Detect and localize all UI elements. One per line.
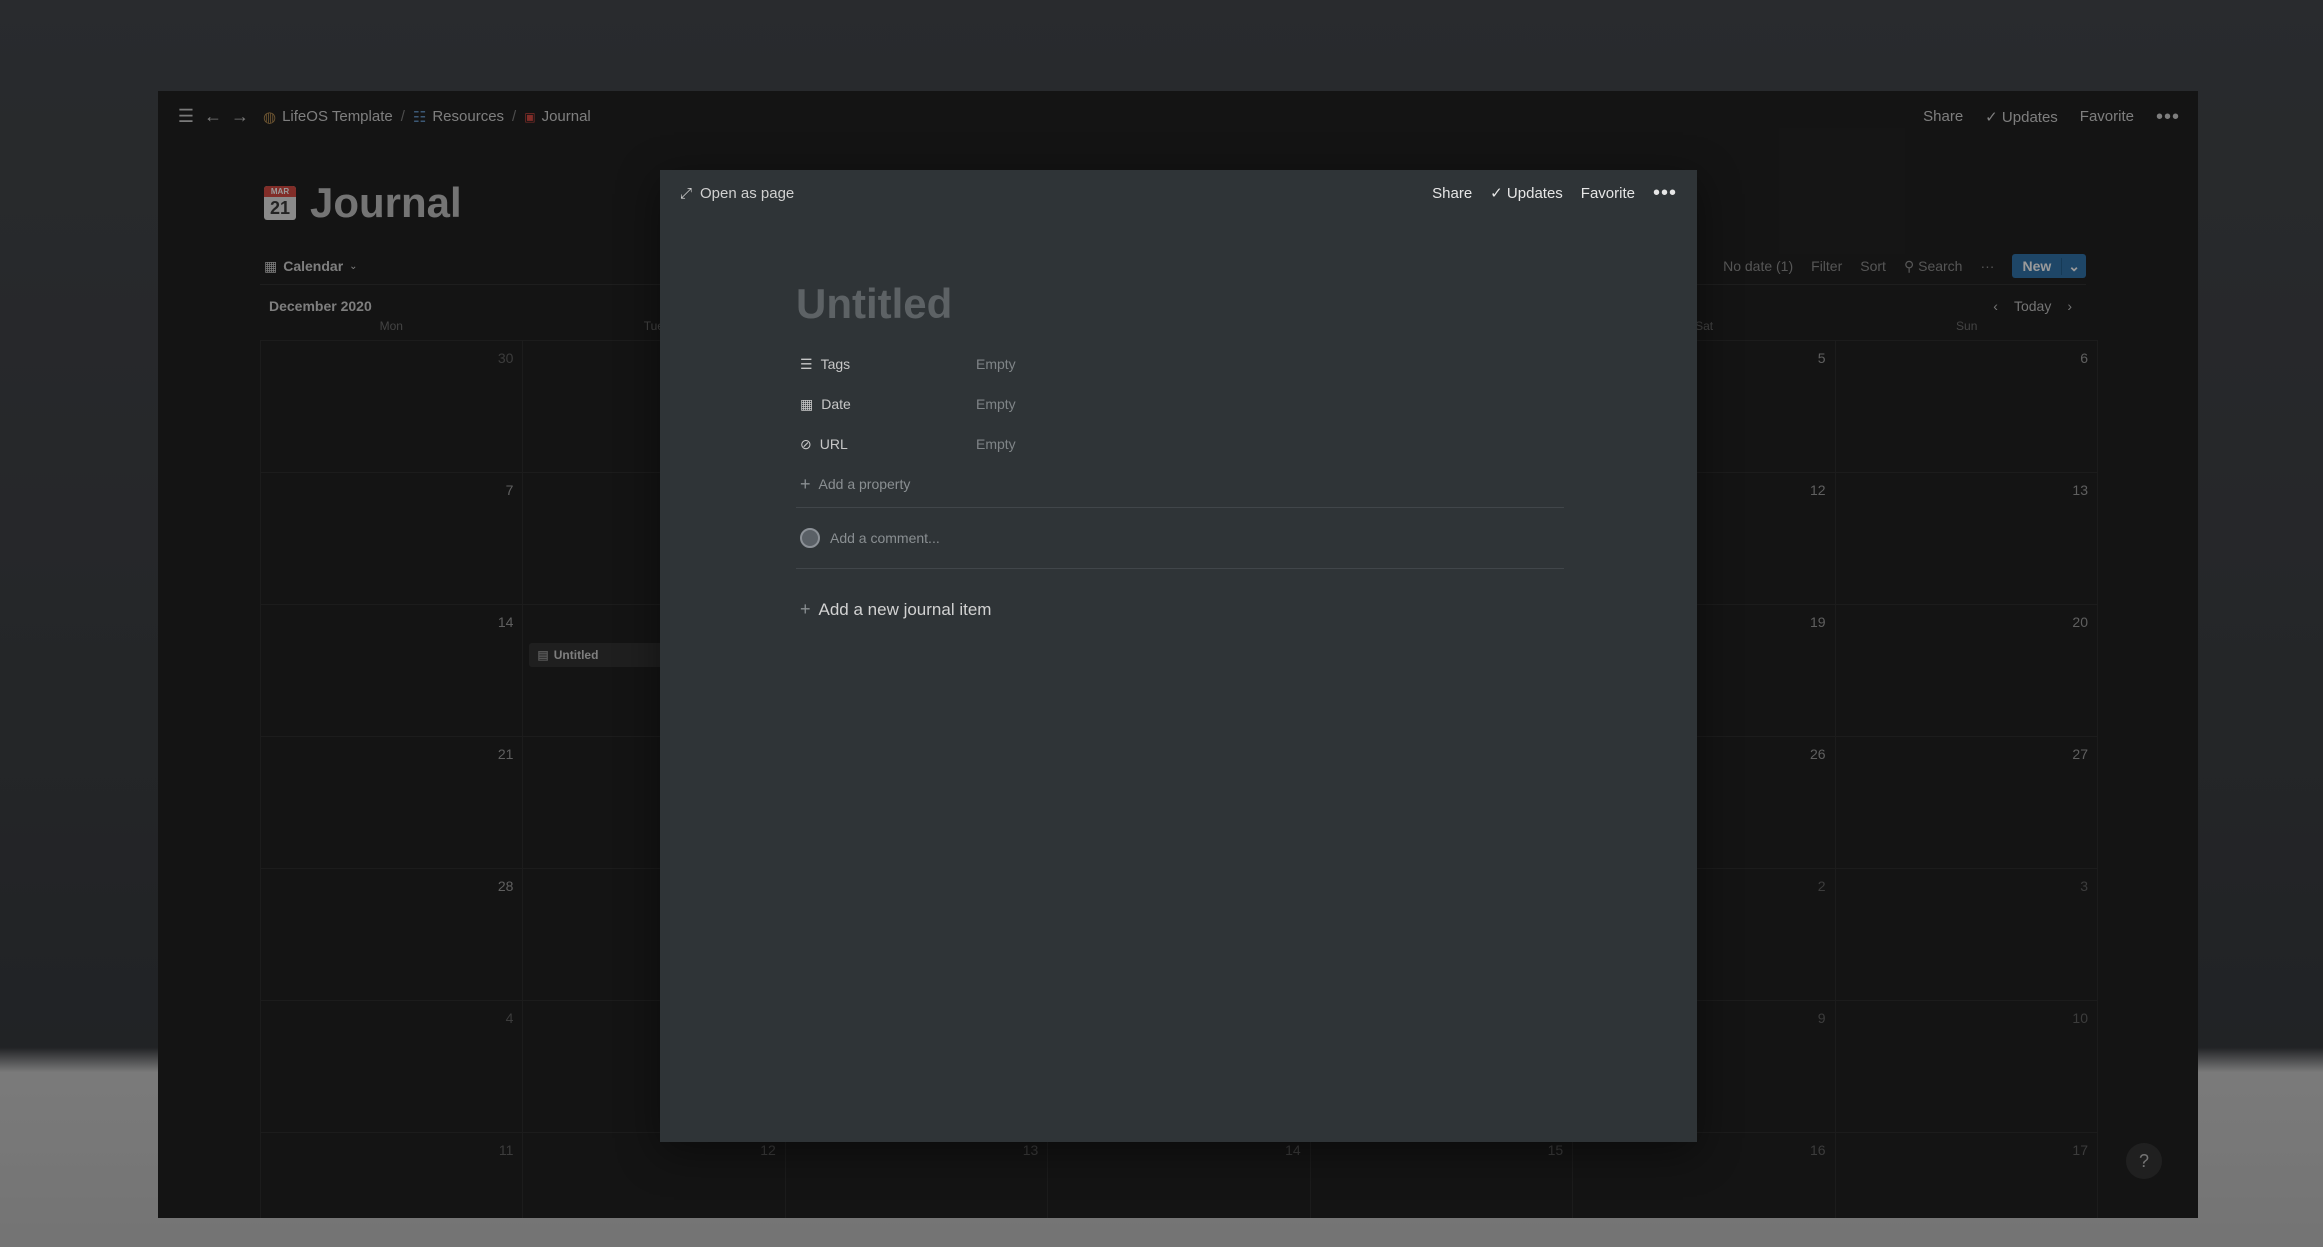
property-key: ⊘ URL: [796, 436, 976, 453]
property-url[interactable]: ⊘ URL Empty: [796, 424, 1564, 464]
comment-placeholder: Add a comment...: [830, 530, 940, 546]
add-property-button[interactable]: + Add a property: [796, 464, 1564, 504]
comment-input[interactable]: Add a comment...: [796, 511, 1564, 565]
modal-updates-button[interactable]: ✓ Updates: [1490, 184, 1563, 202]
property-value[interactable]: Empty: [976, 356, 1016, 372]
add-property-label: Add a property: [818, 476, 911, 492]
open-as-page-button[interactable]: ⤢ Open as page: [680, 185, 794, 202]
modal-header: ⤢ Open as page Share ✓ Updates Favorite …: [660, 170, 1697, 216]
property-tags[interactable]: ☰ Tags Empty: [796, 344, 1564, 384]
avatar: [800, 528, 820, 548]
modal-body: Untitled ☰ Tags Empty ▦ Date Empty ⊘ URL Em…: [796, 280, 1564, 620]
modal-share-button[interactable]: Share: [1432, 185, 1472, 202]
property-value[interactable]: Empty: [976, 396, 1016, 412]
property-value[interactable]: Empty: [976, 436, 1016, 452]
property-name: URL: [819, 436, 848, 452]
property-list: ☰ Tags Empty ▦ Date Empty ⊘ URL Empty + Add …: [796, 344, 1564, 504]
list-icon: ☰: [800, 355, 813, 372]
link-icon: ⊘: [800, 435, 812, 452]
modal-more-button[interactable]: •••: [1653, 183, 1677, 203]
divider: [796, 507, 1564, 508]
add-item-label: Add a new journal item: [818, 599, 992, 619]
check-icon: ✓: [1490, 185, 1507, 202]
property-name: Tags: [820, 356, 851, 372]
expand-icon: ⤢: [680, 184, 693, 202]
plus-icon: +: [800, 599, 811, 619]
add-journal-item-button[interactable]: + Add a new journal item: [796, 599, 1564, 620]
property-date[interactable]: ▦ Date Empty: [796, 384, 1564, 424]
property-name: Date: [821, 396, 851, 412]
updates-label: Updates: [1506, 185, 1563, 202]
property-key: ▦ Date: [796, 396, 976, 413]
page-peek-modal: ⤢ Open as page Share ✓ Updates Favorite …: [660, 170, 1697, 1142]
property-key: ☰ Tags: [796, 356, 976, 373]
modal-favorite-button[interactable]: Favorite: [1581, 185, 1635, 202]
calendar-icon: ▦: [800, 395, 814, 412]
property-key: + Add a property: [796, 474, 910, 495]
open-as-page-label: Open as page: [700, 184, 795, 202]
title-input[interactable]: Untitled: [796, 280, 1564, 332]
plus-icon: +: [800, 473, 811, 494]
divider: [796, 568, 1564, 569]
